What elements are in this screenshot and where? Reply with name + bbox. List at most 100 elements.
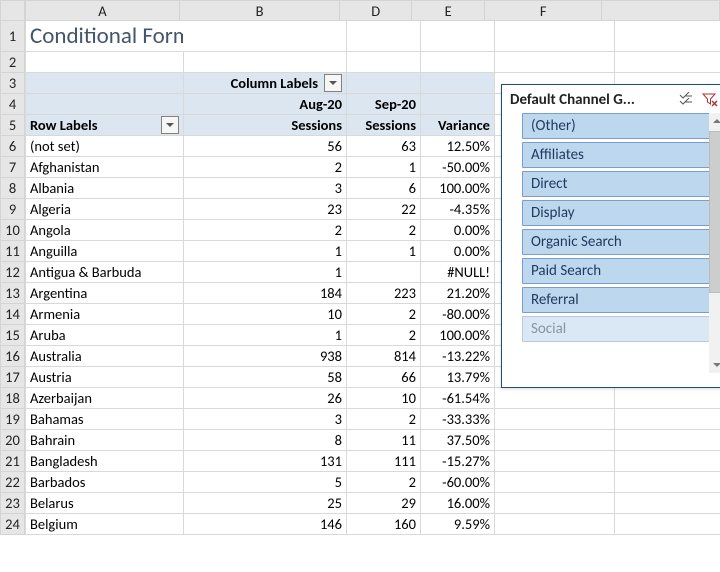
sessions-sep[interactable]: 1 <box>347 157 421 178</box>
variance[interactable]: 100.00% <box>421 178 495 199</box>
clear-filter-icon[interactable] <box>701 91 719 109</box>
sessions-aug[interactable]: 26 <box>184 388 347 409</box>
column-labels-filter-button[interactable] <box>324 74 342 92</box>
variance[interactable]: -80.00% <box>421 304 495 325</box>
row-header-24[interactable]: 24 <box>0 514 25 535</box>
sessions-sep[interactable]: 2 <box>347 220 421 241</box>
slicer-item[interactable]: Display <box>522 200 720 226</box>
row-label[interactable]: Afghanistan <box>25 157 184 178</box>
slicer-item[interactable]: Referral <box>522 287 720 313</box>
variance[interactable]: 100.00% <box>421 325 495 346</box>
slicer-item[interactable]: Affiliates <box>522 142 720 168</box>
sessions-aug[interactable]: 131 <box>184 451 347 472</box>
col-header-F[interactable]: F <box>485 0 603 21</box>
sessions-sep[interactable]: 814 <box>347 346 421 367</box>
row-header-18[interactable]: 18 <box>0 388 25 409</box>
slicer-item[interactable]: (Other) <box>522 113 720 139</box>
sessions-sep[interactable]: 2 <box>347 304 421 325</box>
sessions-aug[interactable]: 23 <box>184 199 347 220</box>
col-header-A[interactable]: A <box>25 0 181 21</box>
row-label[interactable]: Armenia <box>25 304 184 325</box>
row-header-16[interactable]: 16 <box>0 346 25 367</box>
slicer-item[interactable]: Direct <box>522 171 720 197</box>
sessions-sep[interactable]: 63 <box>347 136 421 157</box>
row-header-7[interactable]: 7 <box>0 157 25 178</box>
sessions-aug[interactable]: 3 <box>184 178 347 199</box>
variance[interactable]: -15.27% <box>421 451 495 472</box>
row-label[interactable]: Argentina <box>25 283 184 304</box>
sessions-sep[interactable]: 66 <box>347 367 421 388</box>
row-label[interactable]: Belgium <box>25 514 184 535</box>
row-labels-cell[interactable]: Row Labels <box>25 115 184 136</box>
scroll-thumb[interactable] <box>709 131 720 293</box>
row-header-4[interactable]: 4 <box>0 94 25 115</box>
sessions-sep[interactable]: 111 <box>347 451 421 472</box>
row-label[interactable]: Algeria <box>25 199 184 220</box>
sessions-sep[interactable]: 2 <box>347 325 421 346</box>
sessions-sep[interactable]: 11 <box>347 430 421 451</box>
row-header-11[interactable]: 11 <box>0 241 25 262</box>
row-header-19[interactable]: 19 <box>0 409 25 430</box>
row-header-2[interactable]: 2 <box>0 52 25 73</box>
sessions-sep[interactable]: 22 <box>347 199 421 220</box>
row-header-10[interactable]: 10 <box>0 220 25 241</box>
column-labels-cell[interactable]: Column Labels <box>184 73 347 94</box>
variance[interactable]: 0.00% <box>421 220 495 241</box>
sessions-aug[interactable]: 56 <box>184 136 347 157</box>
row-label[interactable]: (not set) <box>25 136 184 157</box>
scroll-up-button[interactable] <box>709 113 720 129</box>
row-header-6[interactable]: 6 <box>0 136 25 157</box>
row-label[interactable]: Australia <box>25 346 184 367</box>
row-header-12[interactable]: 12 <box>0 262 25 283</box>
sessions-aug[interactable]: 938 <box>184 346 347 367</box>
variance[interactable]: -4.35% <box>421 199 495 220</box>
sessions-sep[interactable]: 2 <box>347 409 421 430</box>
sessions-aug[interactable]: 1 <box>184 325 347 346</box>
variance[interactable]: -50.00% <box>421 157 495 178</box>
sessions-aug[interactable]: 10 <box>184 304 347 325</box>
row-header-13[interactable]: 13 <box>0 283 25 304</box>
variance[interactable]: -13.22% <box>421 346 495 367</box>
variance[interactable]: -33.33% <box>421 409 495 430</box>
sessions-aug[interactable]: 146 <box>184 514 347 535</box>
row-label[interactable]: Aruba <box>25 325 184 346</box>
sessions-sep[interactable] <box>347 262 421 283</box>
row-label[interactable]: Bahamas <box>25 409 184 430</box>
variance[interactable]: 0.00% <box>421 241 495 262</box>
sessions-aug[interactable]: 1 <box>184 241 347 262</box>
sessions-aug[interactable]: 1 <box>184 262 347 283</box>
scroll-down-button[interactable] <box>709 357 720 373</box>
sessions-sep[interactable]: 10 <box>347 388 421 409</box>
slicer-item[interactable]: Paid Search <box>522 258 720 284</box>
sessions-sep[interactable]: 1 <box>347 241 421 262</box>
variance[interactable]: 21.20% <box>421 283 495 304</box>
row-header-20[interactable]: 20 <box>0 430 25 451</box>
sessions-aug[interactable]: 8 <box>184 430 347 451</box>
variance[interactable]: 37.50% <box>421 430 495 451</box>
variance[interactable]: 13.79% <box>421 367 495 388</box>
row-header-17[interactable]: 17 <box>0 367 25 388</box>
sessions-aug[interactable]: 2 <box>184 157 347 178</box>
col-header-E[interactable]: E <box>412 0 484 21</box>
period-aug[interactable]: Aug-20 <box>184 94 347 115</box>
row-header-8[interactable]: 8 <box>0 178 25 199</box>
row-label[interactable]: Angola <box>25 220 184 241</box>
slicer-item[interactable]: Organic Search <box>522 229 720 255</box>
period-sep[interactable]: Sep-20 <box>347 94 421 115</box>
select-all-corner[interactable] <box>0 0 25 21</box>
sessions-aug[interactable]: 58 <box>184 367 347 388</box>
sessions-sep[interactable]: 2 <box>347 472 421 493</box>
row-label[interactable]: Bangladesh <box>25 451 184 472</box>
row-label[interactable]: Albania <box>25 178 184 199</box>
sessions-sep[interactable]: 29 <box>347 493 421 514</box>
sessions-sep[interactable]: 223 <box>347 283 421 304</box>
multi-select-icon[interactable] <box>677 91 695 109</box>
header-sessions-1[interactable]: Sessions <box>184 115 347 136</box>
sessions-aug[interactable]: 3 <box>184 409 347 430</box>
row-header-1[interactable]: 1 <box>0 21 25 52</box>
sessions-aug[interactable]: 25 <box>184 493 347 514</box>
slicer-item[interactable]: Social <box>522 316 720 342</box>
row-labels-filter-button[interactable] <box>161 116 179 134</box>
row-header-9[interactable]: 9 <box>0 199 25 220</box>
header-sessions-2[interactable]: Sessions <box>347 115 421 136</box>
